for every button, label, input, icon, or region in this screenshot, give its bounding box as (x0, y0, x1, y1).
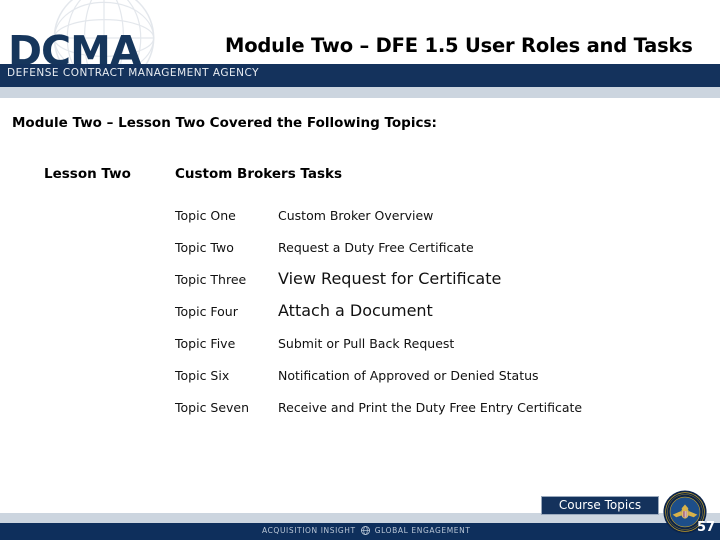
topic-description: View Request for Certificate (278, 269, 502, 288)
page-title: Module Two – DFE 1.5 User Roles and Task… (225, 34, 693, 57)
agency-name-text: DEFENSE CONTRACT MANAGEMENT AGENCY (7, 67, 260, 79)
header-light-band (0, 87, 720, 98)
topic-description: Custom Broker Overview (278, 208, 434, 223)
course-topics-button[interactable]: Course Topics (541, 496, 659, 515)
topic-key: Topic Three (175, 272, 247, 287)
footer-tagline-right: GLOBAL ENGAGEMENT (374, 526, 471, 535)
globe-icon (360, 526, 370, 535)
topics-list: Topic One Custom Broker Overview Topic T… (0, 208, 720, 432)
topic-description: Receive and Print the Duty Free Entry Ce… (278, 400, 583, 415)
page-number: 57 (697, 520, 716, 535)
list-item: Topic Five Submit or Pull Back Request (0, 336, 720, 368)
topic-key: Topic Seven (175, 400, 250, 415)
list-item: Topic Two Request a Duty Free Certificat… (0, 240, 720, 272)
lesson-label: Lesson Two (44, 166, 131, 182)
slide-header: DCMA DEFENSE CONTRACT MANAGEMENT AGENCY … (0, 0, 720, 98)
topic-description: Attach a Document (278, 301, 433, 320)
slide: DCMA DEFENSE CONTRACT MANAGEMENT AGENCY … (0, 0, 720, 540)
list-item: Topic Four Attach a Document (0, 301, 720, 336)
lesson-row: Lesson Two Custom Brokers Tasks (0, 166, 720, 188)
slide-subtitle: Module Two – Lesson Two Covered the Foll… (12, 115, 437, 131)
list-item: Topic One Custom Broker Overview (0, 208, 720, 240)
topic-key: Topic One (175, 208, 236, 223)
topic-key: Topic Six (175, 368, 230, 383)
topic-key: Topic Five (175, 336, 236, 351)
topic-description: Notification of Approved or Denied Statu… (278, 368, 539, 383)
footer-tagline: ACQUISITION INSIGHT GLOBAL ENGAGEMENT (262, 526, 471, 535)
topic-key: Topic Two (175, 240, 234, 255)
footer-tagline-left: ACQUISITION INSIGHT (262, 526, 356, 535)
topic-description: Submit or Pull Back Request (278, 336, 455, 351)
list-item: Topic Seven Receive and Print the Duty F… (0, 400, 720, 432)
topic-key: Topic Four (175, 304, 238, 319)
list-item: Topic Six Notification of Approved or De… (0, 368, 720, 400)
topic-description: Request a Duty Free Certificate (278, 240, 474, 255)
lesson-value: Custom Brokers Tasks (175, 166, 343, 182)
list-item: Topic Three View Request for Certificate (0, 269, 720, 304)
